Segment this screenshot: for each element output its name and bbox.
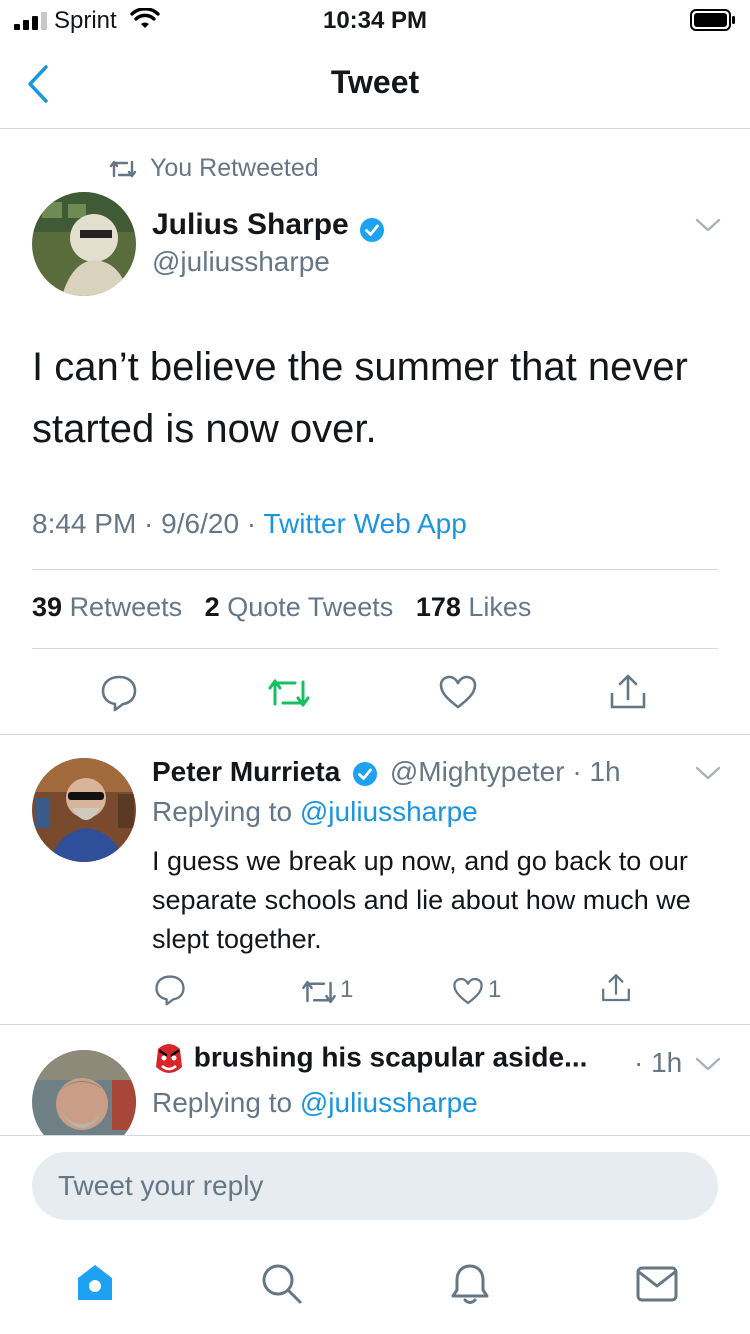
retweets-count[interactable]: 39 Retweets xyxy=(32,592,182,622)
replying-to-handle[interactable]: @juliussharpe xyxy=(300,1087,478,1118)
tweet-meta: 8:44 PM · 9/6/20 · Twitter Web App xyxy=(32,508,467,539)
replying-to-prefix: Replying to xyxy=(152,796,293,827)
status-bar: Sprint 10:34 PM xyxy=(0,0,750,40)
messages-envelope-icon[interactable] xyxy=(636,1266,678,1302)
reply-icon[interactable] xyxy=(100,674,138,712)
tweet-time: 8:44 PM xyxy=(32,508,137,539)
reply-icon[interactable] xyxy=(154,974,186,1006)
reply-text: I guess we break up now, and go back to … xyxy=(152,846,691,954)
verified-badge-icon xyxy=(360,217,385,242)
reply-avatar-image xyxy=(32,1050,136,1135)
reply-age: 1h xyxy=(651,1047,683,1078)
likes-count[interactable]: 178 Likes xyxy=(416,592,532,622)
retweet-context: You Retweeted xyxy=(108,154,319,183)
reply-age: 1h xyxy=(589,756,621,787)
reply-input[interactable]: Tweet your reply xyxy=(32,1152,718,1220)
retweet-icon xyxy=(109,161,137,178)
chevron-down-icon[interactable] xyxy=(694,1055,722,1073)
verified-badge-icon xyxy=(353,761,378,786)
reply-header: brushing his scapular aside... xyxy=(152,1039,587,1079)
reply-author-handle: @Mightypeter xyxy=(389,756,565,787)
avatar[interactable] xyxy=(32,192,136,296)
retweet-context-label: You Retweeted xyxy=(150,154,319,182)
reply-retweet-count: 1 xyxy=(340,976,354,1003)
replying-to: Replying to @juliussharpe xyxy=(152,1087,478,1119)
replying-to: Replying to @juliussharpe xyxy=(152,796,478,828)
reply-author-name[interactable]: Peter Murrieta xyxy=(152,756,340,787)
replying-to-handle[interactable]: @juliussharpe xyxy=(300,796,478,827)
author-block[interactable]: Julius Sharpe xyxy=(152,208,385,243)
composer-divider xyxy=(0,1135,750,1136)
reply-avatar[interactable] xyxy=(32,758,136,862)
tweet-text: I can’t believe the summer that never st… xyxy=(32,345,688,451)
engagement-counts: 39 Retweets 2 Quote Tweets 178 Likes xyxy=(32,592,531,623)
status-time: 10:34 PM xyxy=(322,7,428,34)
nav-divider xyxy=(0,128,750,129)
avatar-image xyxy=(32,192,136,296)
reply-author-name[interactable]: brushing his scapular aside... xyxy=(194,1041,588,1072)
reply-age-wrap: · 1h xyxy=(634,1047,683,1078)
main-tweet-divider xyxy=(0,734,750,735)
retweet-action-icon[interactable] xyxy=(300,978,338,1006)
meta-divider xyxy=(32,569,718,570)
reply-item[interactable]: brushing his scapular aside... · 1h Repl… xyxy=(0,1025,750,1135)
replying-to-prefix: Replying to xyxy=(152,1087,293,1118)
quote-tweets-count[interactable]: 2 Quote Tweets xyxy=(205,592,394,622)
page-title: Tweet xyxy=(330,64,420,100)
battery-icon xyxy=(690,9,735,31)
reply-input-placeholder: Tweet your reply xyxy=(58,1170,264,1201)
author-handle: @juliussharpe xyxy=(152,246,330,277)
share-icon[interactable] xyxy=(600,972,632,1004)
like-icon[interactable] xyxy=(452,976,484,1006)
tweet-date: 9/6/20 xyxy=(161,508,240,539)
counts-divider xyxy=(32,648,718,649)
author-name: Julius Sharpe xyxy=(152,208,349,241)
tweet-source-link[interactable]: Twitter Web App xyxy=(263,508,466,539)
chevron-down-icon[interactable] xyxy=(694,216,722,234)
notifications-bell-icon[interactable] xyxy=(448,1262,492,1306)
goblin-emoji-icon xyxy=(156,1044,182,1073)
share-icon[interactable] xyxy=(608,672,648,712)
retweet-action-icon[interactable] xyxy=(266,676,312,710)
reply-header: Peter Murrieta @Mightypeter · 1h xyxy=(152,756,621,787)
home-icon[interactable] xyxy=(74,1262,116,1304)
reply-avatar[interactable] xyxy=(32,1050,136,1135)
chevron-down-icon[interactable] xyxy=(694,764,722,782)
search-icon[interactable] xyxy=(260,1262,304,1306)
reply-like-count: 1 xyxy=(488,976,502,1003)
like-icon[interactable] xyxy=(438,674,478,710)
reply-avatar-image xyxy=(32,758,136,862)
